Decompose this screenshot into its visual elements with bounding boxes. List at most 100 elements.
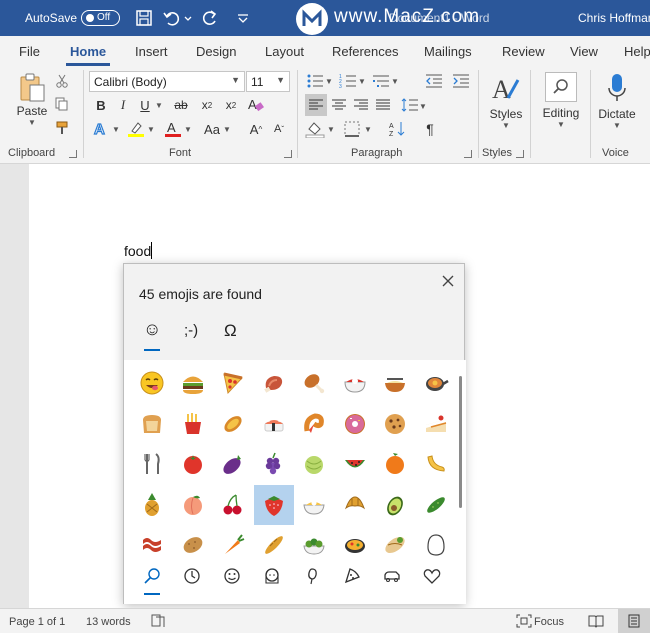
underline-dropdown-icon[interactable]: ▼	[155, 96, 163, 114]
italic-icon[interactable]: I	[116, 96, 130, 114]
emoji-poultry-leg[interactable]	[294, 363, 334, 403]
borders-icon[interactable]	[343, 120, 361, 138]
emoji-croissant[interactable]	[335, 485, 375, 525]
emoji-fork-and-knife[interactable]	[132, 444, 172, 484]
focus-icon[interactable]	[516, 614, 532, 628]
emoji-shortcake[interactable]	[416, 404, 456, 444]
show-formatting-icon[interactable]: ¶	[423, 120, 437, 138]
undo-dropdown-icon[interactable]	[183, 8, 193, 28]
styles-dropdown-icon[interactable]: ▼	[502, 121, 510, 130]
editing-button[interactable]: Editing ▼	[538, 72, 584, 129]
editing-dropdown-icon[interactable]: ▼	[557, 120, 565, 129]
highlight-icon[interactable]	[127, 120, 145, 138]
dictate-button[interactable]: Dictate ▼	[596, 72, 638, 130]
close-icon[interactable]	[440, 273, 456, 289]
styles-launcher-icon[interactable]	[516, 150, 524, 158]
font-launcher-icon[interactable]	[284, 150, 292, 158]
decrease-indent-icon[interactable]	[425, 73, 443, 89]
emoji-bread[interactable]	[132, 404, 172, 444]
emoji-fried-shrimp[interactable]	[294, 404, 334, 444]
emoji-strawberry[interactable]	[253, 484, 294, 525]
bullets-dropdown-icon[interactable]: ▼	[325, 75, 333, 87]
paragraph-launcher-icon[interactable]	[464, 150, 472, 158]
emoji-hamburger[interactable]	[173, 363, 213, 403]
increase-indent-icon[interactable]	[452, 73, 470, 89]
tab-file[interactable]: File	[19, 44, 40, 59]
emoji-french-fries[interactable]	[173, 404, 213, 444]
emoji-shallow-pan-of-food[interactable]	[416, 363, 456, 403]
sort-icon[interactable]: AZ	[389, 120, 407, 138]
tab-view[interactable]: View	[570, 44, 598, 59]
bullets-icon[interactable]	[306, 73, 324, 89]
people-icon[interactable]	[262, 566, 282, 586]
tab-home[interactable]: Home	[70, 44, 106, 59]
food-icon[interactable]	[342, 566, 362, 586]
justify-icon[interactable]	[375, 98, 391, 112]
underline-icon[interactable]: U	[138, 96, 152, 114]
heart-icon[interactable]	[422, 566, 442, 586]
emoji-salad[interactable]	[294, 485, 334, 525]
proofing-icon[interactable]	[150, 614, 166, 628]
shading-dropdown-icon[interactable]: ▼	[327, 123, 335, 135]
tab-insert[interactable]: Insert	[135, 44, 168, 59]
redo-icon[interactable]	[200, 8, 220, 28]
emoji-cucumber[interactable]	[416, 485, 456, 525]
search-icon[interactable]	[142, 566, 162, 586]
change-case-icon[interactable]: Aa	[202, 120, 222, 138]
page-count[interactable]: Page 1 of 1	[9, 616, 65, 628]
emoji-avocado[interactable]	[375, 485, 415, 525]
user-name[interactable]: Chris Hoffman	[578, 11, 650, 25]
font-size-combo[interactable]: 11 ▼	[246, 71, 290, 92]
emoji-sushi[interactable]	[254, 404, 294, 444]
tab-references[interactable]: References	[332, 44, 398, 59]
clear-formatting-icon[interactable]: A	[247, 96, 265, 114]
clipboard-launcher-icon[interactable]	[69, 150, 77, 158]
bold-icon[interactable]: B	[94, 96, 108, 114]
multilevel-list-icon[interactable]	[372, 73, 390, 89]
align-left-button[interactable]	[305, 94, 327, 116]
tab-kaomoji[interactable]: ;-)	[184, 322, 198, 339]
highlight-dropdown-icon[interactable]: ▼	[147, 122, 155, 136]
paste-button[interactable]: Paste ▼	[14, 72, 50, 127]
emoji-smiling-face-savoring-food[interactable]	[132, 363, 172, 403]
align-right-icon[interactable]	[353, 98, 369, 112]
celebration-icon[interactable]	[302, 566, 322, 586]
emoji-peach[interactable]	[173, 485, 213, 525]
save-icon[interactable]	[134, 8, 154, 28]
tab-design[interactable]: Design	[196, 44, 236, 59]
subscript-icon[interactable]: x2	[199, 96, 215, 114]
emoji-sweet-potato[interactable]	[213, 404, 253, 444]
font-name-combo[interactable]: Calibri (Body) ▼	[89, 71, 245, 92]
line-spacing-dropdown-icon[interactable]: ▼	[419, 100, 427, 112]
emoji-meat-on-bone[interactable]	[254, 363, 294, 403]
emoji-pizza[interactable]	[213, 363, 253, 403]
cut-icon[interactable]	[55, 74, 69, 88]
tab-help[interactable]: Help	[624, 44, 650, 59]
recent-icon[interactable]	[182, 566, 202, 586]
shrink-font-icon[interactable]: Aˇ	[270, 120, 288, 138]
focus-label[interactable]: Focus	[534, 616, 564, 628]
text-effects-dropdown-icon[interactable]: ▼	[112, 122, 120, 136]
multilevel-dropdown-icon[interactable]: ▼	[391, 75, 399, 87]
smiley-icon[interactable]	[222, 566, 242, 586]
autosave-toggle[interactable]: Off	[81, 10, 120, 26]
document-text[interactable]: food	[124, 243, 151, 259]
emoji-banana[interactable]	[416, 444, 456, 484]
dictate-dropdown-icon[interactable]: ▼	[613, 121, 621, 130]
emoji-pineapple[interactable]	[132, 485, 172, 525]
format-painter-icon[interactable]	[55, 120, 71, 136]
undo-icon[interactable]	[162, 8, 182, 28]
emoji-tomato[interactable]	[173, 444, 213, 484]
emoji-doughnut[interactable]	[335, 404, 375, 444]
tab-emoji[interactable]: ☺	[143, 319, 161, 340]
styles-button[interactable]: A Styles ▼	[486, 72, 526, 130]
tab-review[interactable]: Review	[502, 44, 545, 59]
borders-dropdown-icon[interactable]: ▼	[364, 123, 372, 135]
word-count[interactable]: 13 words	[86, 616, 131, 628]
align-center-icon[interactable]	[331, 98, 347, 112]
emoji-bento-box[interactable]	[335, 363, 375, 403]
tab-mailings[interactable]: Mailings	[424, 44, 472, 59]
read-mode-icon[interactable]	[588, 614, 604, 628]
tab-layout[interactable]: Layout	[265, 44, 304, 59]
strikethrough-icon[interactable]: ab	[172, 96, 190, 114]
